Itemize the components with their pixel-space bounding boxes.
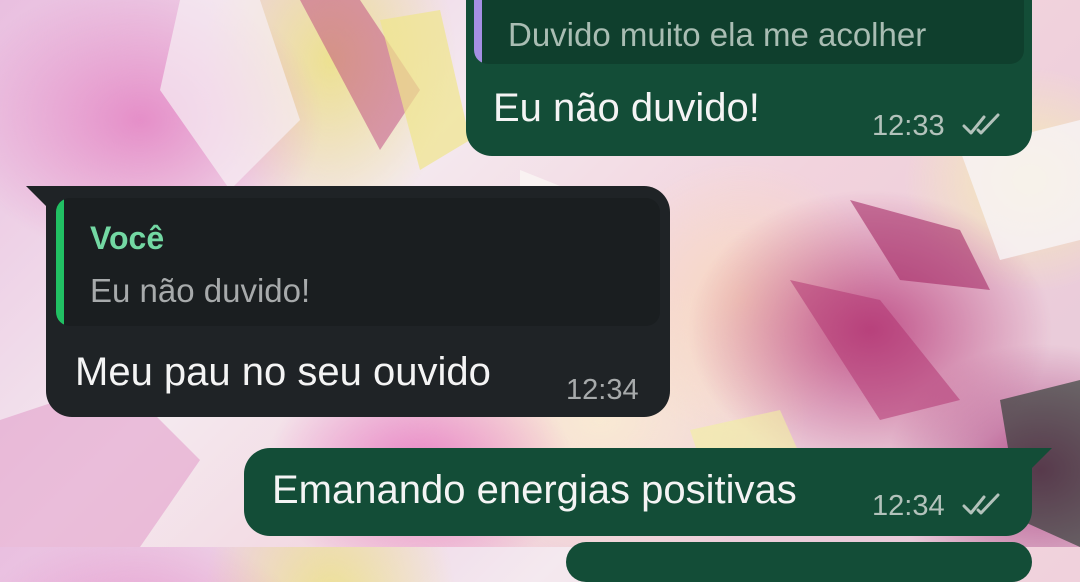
quoted-message-author: Você [90,220,165,256]
message-time: 12:34 [566,374,639,406]
double-check-icon [962,493,1000,515]
quote-bar [474,0,482,64]
message-bubble-outgoing[interactable]: Emanando energias positivas 12:34 [244,448,1052,536]
quoted-message[interactable]: Duvido muito ela me acolher [474,0,1024,64]
message-time: 12:34 [872,490,945,522]
quoted-message-text: Eu não duvido! [90,272,311,309]
quoted-message[interactable]: Você Eu não duvido! [56,198,660,326]
bubble-tail [1030,448,1052,470]
double-check-icon [962,113,1000,135]
message-text: Meu pau no seu ouvido [75,350,491,394]
message-time: 12:33 [872,110,945,142]
message-bubble-partial[interactable] [566,542,1032,582]
bubble-tail [26,186,48,208]
message-bubble-incoming[interactable]: Você Eu não duvido! Meu pau no seu ouvid… [26,186,670,417]
quoted-message-text: Duvido muito ela me acolher [508,16,927,53]
message-bubble-outgoing[interactable]: Duvido muito ela me acolher Eu não duvid… [466,0,1032,156]
message-text: Eu não duvido! [493,86,760,130]
message-text: Emanando energias positivas [272,468,797,512]
quote-bar [56,198,64,326]
